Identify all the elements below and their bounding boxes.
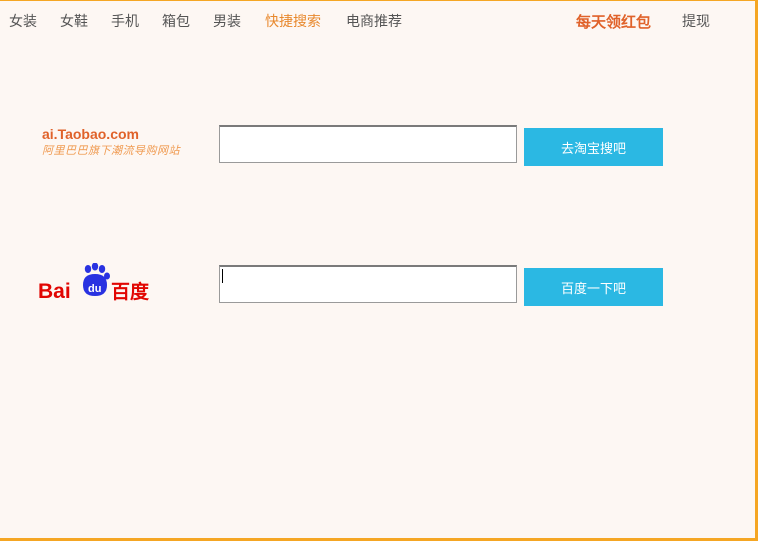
page-frame: 女装 女鞋 手机 箱包 男装 快捷搜索 电商推荐 每天领红包 提现 ai.Tao…: [0, 0, 758, 541]
nav-item-womens-shoes[interactable]: 女鞋: [60, 11, 88, 31]
nav-item-bags[interactable]: 箱包: [162, 11, 190, 31]
baidu-logo-du: du: [88, 283, 101, 295]
taobao-search-input[interactable]: [219, 125, 517, 163]
taobao-search-button[interactable]: 去淘宝搜吧: [524, 128, 663, 166]
baidu-logo[interactable]: Bai du 百度: [38, 262, 168, 307]
baidu-search-button[interactable]: 百度一下吧: [524, 268, 663, 306]
baidu-search-input[interactable]: [219, 265, 517, 303]
taobao-logo-slogan: 阿里巴巴旗下潮流导购网站: [42, 144, 180, 157]
top-nav: 女装 女鞋 手机 箱包 男装 快捷搜索 电商推荐 每天领红包 提现: [0, 1, 755, 41]
nav-item-phones[interactable]: 手机: [111, 11, 139, 31]
nav-item-mens-clothing[interactable]: 男装: [213, 11, 241, 31]
nav-item-ecommerce-picks[interactable]: 电商推荐: [346, 11, 402, 31]
nav-item-womens-clothing[interactable]: 女装: [9, 11, 37, 31]
baidu-logo-cn: 百度: [111, 280, 150, 303]
baidu-logo-graphic: Bai du 百度: [38, 262, 150, 303]
nav-item-quick-search[interactable]: 快捷搜索: [265, 11, 321, 31]
baidu-search-row: Bai du 百度 百度一下吧: [0, 262, 755, 309]
baidu-logo-bai: Bai: [38, 280, 71, 303]
taobao-logo[interactable]: ai.Taobao.com 阿里巴巴旗下潮流导购网站: [42, 125, 212, 169]
taobao-search-row: ai.Taobao.com 阿里巴巴旗下潮流导购网站 去淘宝搜吧: [0, 125, 755, 169]
daily-red-packet-link[interactable]: 每天领红包: [576, 11, 651, 32]
text-cursor: [222, 269, 223, 283]
withdraw-link[interactable]: 提现: [682, 11, 710, 31]
taobao-logo-title: ai.Taobao.com: [42, 126, 139, 142]
